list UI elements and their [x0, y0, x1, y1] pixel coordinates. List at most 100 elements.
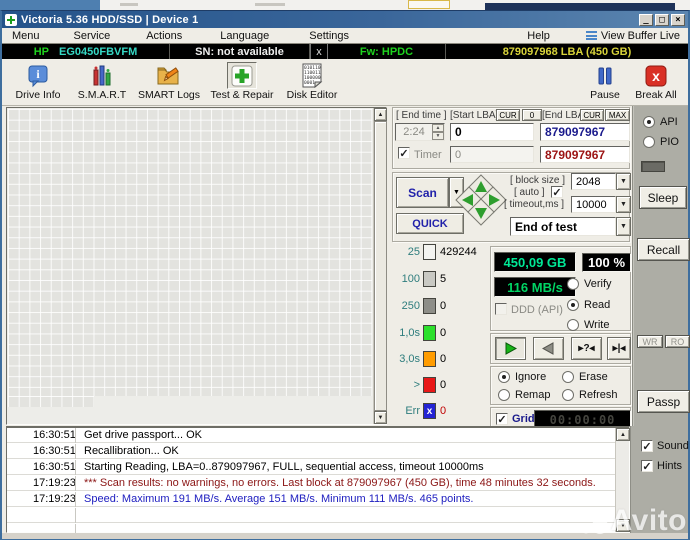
ignore-radio[interactable]: Ignore	[498, 371, 546, 383]
log-message: Starting Reading, LBA=0..879097967, FULL…	[84, 461, 484, 473]
red-x-icon: x	[641, 62, 671, 89]
drive-ids: HP EG0450FBVFM	[2, 44, 170, 59]
ddd-label: DDD (API)	[511, 304, 563, 316]
play-button[interactable]	[495, 337, 526, 360]
remap-radio-circle[interactable]	[498, 389, 510, 401]
end-time-label: [ End time ]	[396, 110, 447, 121]
pause-button[interactable]: Pause	[582, 61, 628, 104]
end-of-test-combo[interactable]: End of test ▼	[510, 217, 631, 236]
scroll-down-icon[interactable]: ▼	[374, 411, 387, 424]
menu-item-language[interactable]: Language	[210, 30, 279, 42]
break-all-button[interactable]: x Break All	[628, 61, 684, 104]
seek-end-button[interactable]: ▸|◂	[607, 337, 631, 360]
sound-checkbox-row[interactable]: ✓ Sound	[641, 440, 689, 453]
background-highlight-box	[408, 0, 450, 9]
timer-label: Timer	[414, 149, 442, 161]
minimize-icon[interactable]: _	[639, 13, 653, 26]
scroll-up-icon[interactable]: ▲	[374, 108, 387, 121]
legend-row-25: 25 429244	[392, 243, 477, 261]
serial-close-button[interactable]: x	[310, 44, 328, 59]
chevron-down-icon[interactable]: ▼	[616, 217, 631, 236]
end-time-spinner[interactable]: 2:24 ▲ ▼	[395, 123, 445, 141]
seek-pad[interactable]	[452, 171, 510, 234]
legend-count: 0	[440, 379, 447, 391]
spinner-arrows-icon[interactable]: ▲ ▼	[432, 124, 444, 140]
bar-chart-icon	[87, 62, 117, 89]
api-radio[interactable]: API	[643, 116, 678, 128]
legend-row-3s: 3,0s 0	[392, 350, 446, 368]
start-lba-zero-button[interactable]: 0	[522, 109, 542, 121]
background-window-fragment	[0, 0, 100, 10]
verify-radio-circle[interactable]	[567, 278, 579, 290]
maximize-icon[interactable]: □	[655, 13, 669, 26]
info-bubble-icon: i	[23, 62, 53, 89]
write-radio-circle[interactable]	[567, 319, 579, 331]
legend-label: 3,0s	[399, 353, 420, 365]
pio-radio-circle[interactable]	[643, 136, 655, 148]
step-back-button[interactable]	[533, 337, 564, 360]
chevron-down-icon[interactable]: ▼	[616, 173, 631, 190]
seek-question-button[interactable]: ▸?◂	[571, 337, 602, 360]
read-radio-circle[interactable]	[567, 299, 579, 311]
read-radio[interactable]: Read	[567, 299, 610, 311]
smart-button[interactable]: S.M.A.R.T	[70, 61, 134, 104]
menu-item-settings[interactable]: Settings	[299, 30, 359, 42]
ddd-checkbox[interactable]	[495, 303, 507, 315]
verify-radio[interactable]: Verify	[567, 278, 612, 290]
remap-label: Remap	[515, 389, 551, 401]
test-repair-button[interactable]: Test & Repair	[204, 61, 280, 104]
scroll-up-icon[interactable]: ▲	[616, 428, 630, 441]
start-lba-cur-button[interactable]: CUR	[496, 109, 520, 121]
api-radio-circle[interactable]	[643, 116, 655, 128]
menu-item-menu[interactable]: Menu	[2, 30, 50, 42]
chevron-down-icon[interactable]: ▼	[616, 196, 631, 213]
auto-checkbox[interactable]: ✓	[551, 186, 563, 199]
sound-checkbox[interactable]: ✓	[641, 440, 653, 453]
ro-button[interactable]: RO	[665, 335, 690, 348]
legend-label: >	[413, 379, 420, 391]
start-lba-input[interactable]: 0	[450, 123, 534, 141]
pause-icon	[590, 62, 620, 89]
close-icon[interactable]: ×	[671, 13, 685, 26]
end-lba-max-button[interactable]: MAX	[605, 109, 630, 121]
smart-logs-label: SMART Logs	[137, 89, 201, 101]
drive-info-button[interactable]: i Drive Info	[6, 61, 70, 104]
end-lba-input[interactable]: 879097967	[540, 123, 630, 141]
menu-item-service[interactable]: Service	[64, 30, 121, 42]
menu-item-actions[interactable]: Actions	[136, 30, 192, 42]
disk-editor-button[interactable]: 010110 110011 100000 0001 Disk Editor	[280, 61, 344, 104]
hints-checkbox[interactable]: ✓	[641, 460, 653, 473]
write-radio[interactable]: Write	[567, 319, 609, 331]
erase-radio[interactable]: Erase	[562, 371, 608, 383]
sleep-button[interactable]: Sleep	[639, 186, 687, 209]
refresh-radio[interactable]: Refresh	[562, 389, 618, 401]
timeout-combo[interactable]: 10000 ▼	[571, 196, 631, 213]
end-lba-cur-button[interactable]: CUR	[580, 109, 604, 121]
api-label: API	[660, 116, 678, 128]
ignore-radio-circle[interactable]	[498, 371, 510, 383]
wr-button[interactable]: WR	[637, 335, 663, 348]
passp-button[interactable]: Passp	[637, 390, 690, 413]
pio-radio[interactable]: PIO	[643, 136, 679, 148]
log-row: 16:30:51 Recallibration... OK	[7, 443, 616, 459]
hints-checkbox-row[interactable]: ✓ Hints	[641, 460, 682, 473]
scan-map-scrollbar[interactable]: ▲ ▼	[373, 108, 387, 424]
smart-logs-button[interactable]: SMART Logs	[134, 61, 204, 104]
seek-arrows-icon	[455, 174, 507, 226]
start-lba-pass-input[interactable]: 0	[450, 146, 534, 163]
end-lba-pass-input[interactable]: 879097967	[540, 146, 630, 163]
view-buffer-live[interactable]: View Buffer Live	[585, 30, 688, 42]
erase-radio-circle[interactable]	[562, 371, 574, 383]
block-size-combo[interactable]: 2048 ▼	[571, 173, 631, 190]
remap-radio[interactable]: Remap	[498, 389, 550, 401]
legend-row-over: > 0	[392, 376, 446, 394]
scan-button[interactable]: Scan	[396, 177, 449, 208]
recall-button[interactable]: Recall	[637, 238, 690, 261]
grid-checkbox[interactable]: ✓	[496, 413, 508, 426]
legend-count: 429244	[440, 246, 477, 258]
refresh-radio-circle[interactable]	[562, 389, 574, 401]
verify-label: Verify	[584, 278, 612, 290]
scrollbar-thumb[interactable]	[374, 121, 387, 411]
menu-item-help[interactable]: Help	[517, 30, 560, 42]
timer-checkbox[interactable]: ✓	[398, 147, 410, 160]
